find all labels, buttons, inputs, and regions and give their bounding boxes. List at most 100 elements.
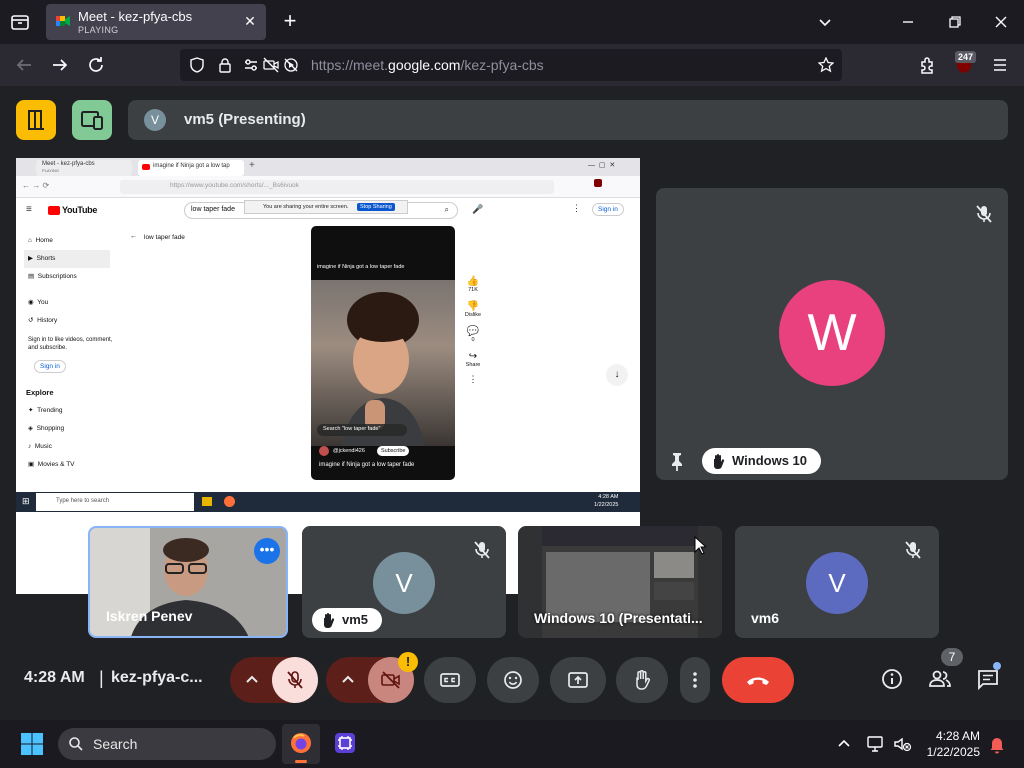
back-icon[interactable] <box>12 53 36 77</box>
meeting-details-icon[interactable] <box>879 666 905 692</box>
windows-start-icon[interactable] <box>20 732 44 756</box>
yt-you-icon: ◉ <box>28 299 34 306</box>
presenter-avatar: V <box>144 109 166 131</box>
video-options-chevron-icon[interactable] <box>340 672 356 688</box>
participant-tile-iskren[interactable]: ••• Iskren Penev <box>88 526 288 638</box>
restore-icon[interactable] <box>943 10 967 34</box>
camera-warning-badge: ! <box>398 652 418 672</box>
share-label: Share <box>465 362 481 368</box>
dislike-icon: 👎 <box>466 301 480 312</box>
short-search-text: Search "low taper fade" <box>323 426 381 432</box>
participant-tile-vm6[interactable]: V vm6 <box>735 526 939 638</box>
close-tab-icon[interactable]: ✕ <box>242 13 258 29</box>
yt-trending-label: Trending <box>37 407 63 414</box>
participant-name-pill: vm5 <box>312 608 383 632</box>
pin-icon[interactable] <box>666 450 688 472</box>
yt-home-icon: ⌂ <box>28 237 32 244</box>
yt-nav-shorts: ▶ Shorts <box>24 250 110 268</box>
lock-icon[interactable] <box>217 57 233 73</box>
permissions-icon[interactable] <box>243 57 259 73</box>
url-host: google.com <box>388 57 461 73</box>
more-options-button[interactable] <box>680 657 710 703</box>
mic-toggle-button[interactable] <box>272 657 318 703</box>
participant-name: Windows 10 <box>732 453 808 468</box>
people-icon[interactable] <box>927 666 953 692</box>
raised-hand-icon <box>714 454 725 469</box>
list-all-tabs-icon[interactable] <box>813 10 837 34</box>
taskbar-vm-app-icon[interactable] <box>332 730 358 756</box>
notification-bell-icon[interactable] <box>987 734 1007 754</box>
yt-sidebar: ⌂ Home ▶ Shorts ▤ Subscriptions ◉ You ↺ … <box>16 224 126 486</box>
shared-tab2-title: imagine if Ninja got a low tap <box>153 163 230 169</box>
yt-nav-shorts-label: Shorts <box>36 255 56 262</box>
shared-newtab-icon: + <box>249 160 255 171</box>
participant-name: vm6 <box>751 610 780 626</box>
shared-url-text: https://www.youtube.com/shorts/..._Bs6iv… <box>170 182 299 189</box>
switch-device-button[interactable] <box>72 100 112 140</box>
forward-icon[interactable] <box>48 53 72 77</box>
yt-history-icon: ↺ <box>28 317 34 324</box>
participant-tile-windows10[interactable]: W Windows 10 <box>656 188 1008 480</box>
raise-hand-button[interactable] <box>616 657 668 703</box>
network-icon[interactable] <box>866 734 886 754</box>
reload-icon[interactable] <box>84 53 108 77</box>
audio-options-chevron-icon[interactable] <box>244 672 260 688</box>
yt-nav-home-label: Home <box>35 237 53 244</box>
more-options-icon[interactable]: ••• <box>254 538 280 564</box>
leave-call-button[interactable] <box>722 657 794 703</box>
volume-muted-icon[interactable] <box>892 734 912 754</box>
minimize-icon[interactable] <box>896 10 920 34</box>
search-icon <box>69 737 83 751</box>
yt-nav-you: ◉ You <box>28 294 110 312</box>
autoplay-blocked-icon[interactable] <box>283 57 299 73</box>
companion-mode-button[interactable] <box>16 100 56 140</box>
shared-taskbar-search: Type here to search <box>36 493 194 511</box>
tracking-protection-icon[interactable] <box>189 57 205 73</box>
mic-off-icon <box>287 671 303 689</box>
tab-list-icon[interactable] <box>8 10 32 34</box>
people-count-badge: 7 <box>941 648 963 666</box>
taskbar-clock[interactable]: 4:28 AM 1/22/2025 <box>924 728 980 760</box>
camera-blocked-icon[interactable] <box>263 57 279 73</box>
bookmark-star-icon[interactable] <box>817 56 835 73</box>
yt-voice-icon: 🎤 <box>472 204 484 214</box>
yt-sign-in-top: Sign in <box>592 203 624 216</box>
yt-nav-subs-label: Subscriptions <box>37 273 77 280</box>
short-overlay-caption: imagine if Ninja got a low taper fade <box>317 264 405 270</box>
camera-off-icon <box>381 671 400 689</box>
short-subscribe: Subscribe <box>377 446 410 456</box>
browser-tab-meet[interactable]: Meet - kez-pfya-cbs PLAYING ✕ <box>46 4 266 40</box>
shared-tab-meet: Meet - kez-pfya-cbs PLAYING <box>36 160 132 176</box>
menu-icon[interactable] <box>988 53 1012 77</box>
reactions-button[interactable] <box>487 657 539 703</box>
new-tab-button[interactable]: + <box>278 9 302 33</box>
taskbar-search-box[interactable]: Search <box>58 728 276 760</box>
extensions-icon[interactable] <box>916 53 940 77</box>
shared-tab1-title: Meet - kez-pfya-cbs <box>42 161 95 167</box>
participant-tile-windows10-presentation[interactable]: Windows 10 (Presentati... <box>518 526 722 638</box>
show-hidden-icons-chevron[interactable] <box>836 736 852 752</box>
yt-music-icon: ♪ <box>28 443 32 450</box>
chat-unread-dot <box>993 662 1001 670</box>
url-text[interactable]: https://meet.google.com/kez-pfya-cbs <box>311 57 544 73</box>
thumb-side-tile <box>654 582 694 600</box>
yt-shorts-icon: ▶ <box>28 255 33 262</box>
yt-nav-history: ↺ History <box>28 312 110 330</box>
yt-explore-heading: Explore <box>26 388 54 397</box>
yt-nav-you-label: You <box>37 299 49 306</box>
present-screen-button[interactable] <box>550 657 606 703</box>
end-call-icon <box>747 677 769 685</box>
captions-button[interactable] <box>424 657 476 703</box>
url-prefix: https://meet. <box>311 57 389 73</box>
shared-taskbar-search-text: Type here to search <box>56 498 110 504</box>
participant-tile-vm5[interactable]: V vm5 <box>302 526 506 638</box>
close-window-icon[interactable] <box>989 10 1013 34</box>
taskbar-firefox[interactable] <box>282 724 320 764</box>
short-channel: @jckendi426 <box>333 448 365 454</box>
yt-more-icon: ⋮ <box>572 203 581 213</box>
address-bar[interactable]: https://meet.google.com/kez-pfya-cbs <box>180 49 842 81</box>
shared-firefox-icon <box>224 496 235 507</box>
microphone-control[interactable] <box>230 657 318 703</box>
participant-name-pill: Windows 10 <box>702 448 822 474</box>
yt-explore-list: ✦ Trending ◈ Shopping ♪ Music ▣ Movies &… <box>28 402 75 474</box>
